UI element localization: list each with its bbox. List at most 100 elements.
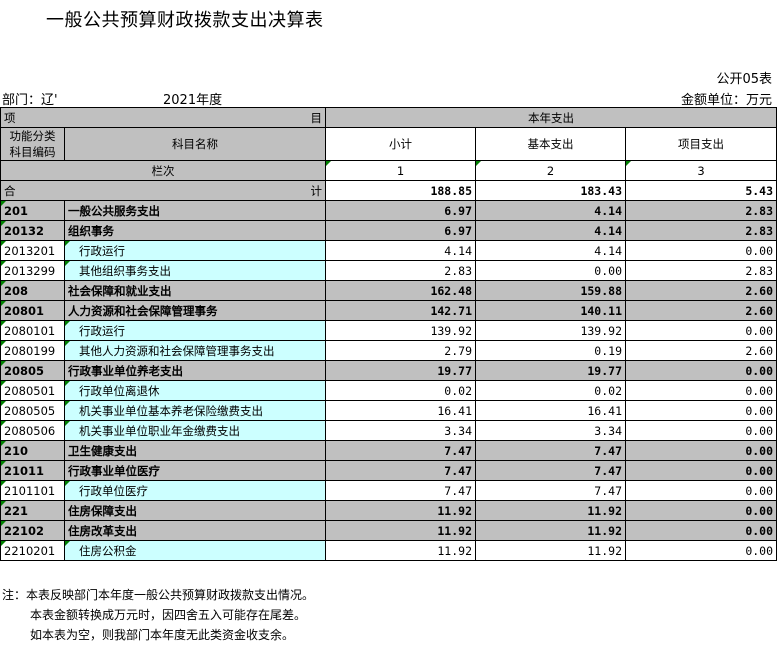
row-subtotal: 7.47: [325, 480, 476, 501]
header-item-left: 项: [4, 110, 16, 125]
row-basic: 11.92: [475, 520, 626, 541]
table-row: 20805 行政事业单位养老支出 19.77 19.77 0.00: [0, 360, 778, 381]
row-basic: 159.88: [475, 280, 626, 301]
row-subtotal: 3.34: [325, 420, 476, 441]
row-subtotal: 19.77: [325, 360, 476, 381]
total-subtotal: 188.85: [325, 180, 476, 201]
row-name: 其他组织事务支出: [64, 260, 326, 281]
row-code: 20132: [0, 220, 65, 241]
row-subtotal: 2.79: [325, 340, 476, 361]
row-subtotal: 0.02: [325, 380, 476, 401]
row-name: 住房改革支出: [64, 520, 326, 541]
expenditure-table: 项 目 本年支出 功能分类 科目编码 科目名称 小计 基本支出 项目支出 栏次 …: [0, 107, 778, 561]
row-code: 20805: [0, 360, 65, 381]
table-row: 2080199 其他人力资源和社会保障管理事务支出 2.79 0.19 2.60: [0, 340, 778, 361]
header-item-cell: 项 目: [0, 107, 326, 128]
row-basic: 3.34: [475, 420, 626, 441]
table-row: 20801 人力资源和社会保障管理事务 142.71 140.11 2.60: [0, 300, 778, 321]
row-subtotal: 142.71: [325, 300, 476, 321]
row-name: 住房保障支出: [64, 500, 326, 521]
row-name: 行政事业单位养老支出: [64, 360, 326, 381]
row-code: 21011: [0, 460, 65, 481]
row-project: 2.83: [624, 200, 778, 221]
department-label: 部门：辽': [2, 93, 58, 108]
row-basic: 7.47: [475, 480, 626, 501]
table-row: 2013201 行政运行 4.14 4.14 0.00: [0, 240, 778, 261]
fiscal-year: 2021年度: [163, 93, 223, 108]
form-number: 公开05表: [716, 72, 772, 87]
row-code: 208: [0, 280, 65, 301]
row-subtotal: 7.47: [325, 460, 476, 481]
row-code: 2013299: [0, 260, 65, 281]
row-code: 210: [0, 440, 65, 461]
table-row: 208 社会保障和就业支出 162.48 159.88 2.60: [0, 280, 778, 301]
total-row: 合 计 188.85 183.43 5.43: [0, 180, 778, 201]
total-basic: 183.43: [475, 180, 626, 201]
row-name: 行政事业单位医疗: [64, 460, 326, 481]
table-row: 2013299 其他组织事务支出 2.83 0.00 2.83: [0, 260, 778, 281]
page-title: 一般公共预算财政拨款支出决算表: [46, 10, 324, 31]
note-1: 注：本表反映部门本年度一般公共预算财政拨款支出情况。: [2, 588, 315, 602]
row-basic: 7.47: [475, 440, 626, 461]
row-subtotal: 162.48: [325, 280, 476, 301]
row-project: 0.00: [624, 400, 778, 421]
table-row: 20132 组织事务 6.97 4.14 2.83: [0, 220, 778, 241]
row-subtotal: 11.92: [325, 520, 476, 541]
row-basic: 0.02: [475, 380, 626, 401]
row-name: 机关事业单位基本养老保险缴费支出: [64, 400, 326, 421]
row-basic: 0.19: [475, 340, 626, 361]
header-project: 项目支出: [624, 127, 778, 161]
row-project: 0.00: [624, 380, 778, 401]
header-col-1: 1: [325, 160, 476, 181]
table-row: 22102 住房改革支出 11.92 11.92 0.00: [0, 520, 778, 541]
row-project: 2.60: [624, 300, 778, 321]
row-project: 0.00: [624, 360, 778, 381]
row-project: 2.60: [624, 280, 778, 301]
row-code: 2080501: [0, 380, 65, 401]
header-col-3: 3: [624, 160, 778, 181]
row-subtotal: 6.97: [325, 220, 476, 241]
total-project: 5.43: [624, 180, 778, 201]
row-name: 人力资源和社会保障管理事务: [64, 300, 326, 321]
total-label-cell: 合 计: [0, 180, 326, 201]
row-project: 2.60: [624, 340, 778, 361]
row-code: 2080505: [0, 400, 65, 421]
row-code: 221: [0, 500, 65, 521]
row-name: 机关事业单位职业年金缴费支出: [64, 420, 326, 441]
row-code: 20801: [0, 300, 65, 321]
row-basic: 140.11: [475, 300, 626, 321]
row-name: 社会保障和就业支出: [64, 280, 326, 301]
row-name: 住房公积金: [64, 540, 326, 561]
row-project: 0.00: [624, 420, 778, 441]
row-name: 行政运行: [64, 320, 326, 341]
row-project: 0.00: [624, 440, 778, 461]
row-project: 0.00: [624, 520, 778, 541]
note-3: 如本表为空，则我部门本年度无此类资金收支余。: [30, 628, 295, 642]
row-name: 行政运行: [64, 240, 326, 261]
row-project: 0.00: [624, 320, 778, 341]
row-project: 0.00: [624, 480, 778, 501]
row-name: 行政单位离退休: [64, 380, 326, 401]
row-basic: 19.77: [475, 360, 626, 381]
row-subtotal: 2.83: [325, 260, 476, 281]
row-project: 0.00: [624, 460, 778, 481]
row-subtotal: 16.41: [325, 400, 476, 421]
row-project: 0.00: [624, 540, 778, 561]
header-col-label: 栏次: [0, 160, 326, 181]
row-subtotal: 6.97: [325, 200, 476, 221]
row-code: 201: [0, 200, 65, 221]
table-row: 2080101 行政运行 139.92 139.92 0.00: [0, 320, 778, 341]
total-right: 计: [310, 183, 323, 198]
header-row-2: 功能分类 科目编码 科目名称 小计 基本支出 项目支出: [0, 127, 778, 161]
row-basic: 16.41: [475, 400, 626, 421]
row-code: 2080506: [0, 420, 65, 441]
row-project: 2.83: [624, 220, 778, 241]
row-basic: 7.47: [475, 460, 626, 481]
header-row-3: 栏次 1 2 3: [0, 160, 778, 181]
total-left: 合: [4, 183, 16, 198]
header-item-right: 目: [310, 110, 323, 125]
row-code: 2210201: [0, 540, 65, 561]
row-project: 0.00: [624, 500, 778, 521]
row-name: 卫生健康支出: [64, 440, 326, 461]
table-row: 2101101 行政单位医疗 7.47 7.47 0.00: [0, 480, 778, 501]
